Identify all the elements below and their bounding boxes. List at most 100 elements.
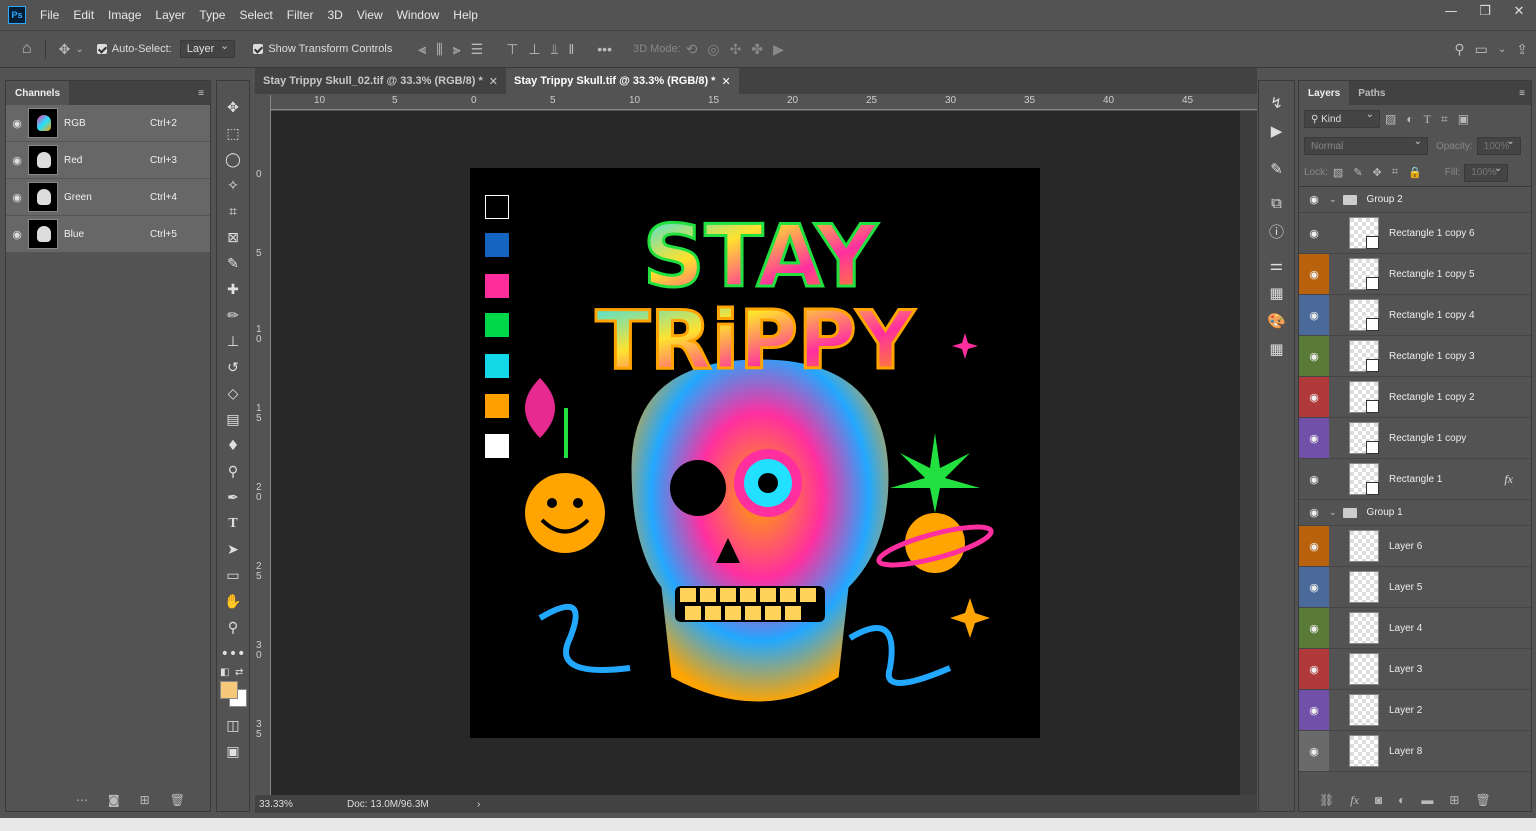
filter-type-icon[interactable]: T	[1424, 112, 1431, 127]
align-bottom-icon[interactable]: ⫫	[551, 41, 559, 58]
eye-icon[interactable]: ◉	[1299, 187, 1329, 212]
chevron-down-icon[interactable]: ⌄	[1329, 507, 1337, 518]
3d-slide-icon[interactable]: ✤	[751, 41, 763, 58]
auto-select-checkbox[interactable]: Auto-Select:	[96, 43, 172, 55]
filter-adjustment-icon[interactable]: ◐	[1406, 112, 1413, 126]
layer-row[interactable]: ◉ Layer 8	[1299, 731, 1531, 772]
eye-icon[interactable]: ◉	[1299, 459, 1329, 499]
tab-document-skull-02[interactable]: Stay Trippy Skull_02.tif @ 33.3% (RGB/8)…	[255, 68, 506, 94]
share-icon[interactable]: ⇪	[1516, 41, 1528, 58]
tab-document-skull[interactable]: Stay Trippy Skull.tif @ 33.3% (RGB/8) * ✕	[506, 68, 739, 94]
trash-icon[interactable]: 🗑	[1475, 793, 1490, 808]
gradient-tool-icon[interactable]: ▤	[217, 407, 249, 433]
menu-edit[interactable]: Edit	[73, 8, 94, 22]
search-icon[interactable]: ⚲	[1454, 41, 1464, 58]
history-icon[interactable]: ↯	[1259, 89, 1294, 117]
checkbox-checked-icon[interactable]	[253, 44, 264, 54]
channel-row-red[interactable]: ◉ Red Ctrl+3	[6, 142, 210, 179]
artwork-canvas[interactable]: STAY TRiPPY	[470, 168, 1040, 738]
zoom-level[interactable]: 33.33%	[259, 799, 305, 810]
menu-image[interactable]: Image	[108, 8, 141, 22]
menu-type[interactable]: Type	[199, 8, 225, 22]
menu-filter[interactable]: Filter	[287, 8, 314, 22]
chevron-down-icon[interactable]: ⌄	[75, 44, 83, 55]
layer-row[interactable]: ◉ Layer 2	[1299, 690, 1531, 731]
close-icon[interactable]: ✕	[489, 75, 498, 88]
vertical-ruler[interactable]: 0 5 1 0 1 5 2 0 2 5 3 0 3 5	[255, 95, 271, 795]
default-colors-icon[interactable]: ◧	[220, 667, 229, 678]
minimize-icon[interactable]: —	[1434, 0, 1468, 22]
restore-icon[interactable]: ❐	[1468, 0, 1502, 22]
align-left-icon[interactable]: ⫷	[418, 41, 426, 58]
panel-menu-icon[interactable]: ≡	[198, 88, 204, 99]
layer-row[interactable]: ◉ Rectangle 1 copy 4	[1299, 295, 1531, 336]
save-selection-icon[interactable]: ◙	[108, 793, 120, 807]
menu-layer[interactable]: Layer	[155, 8, 185, 22]
menu-help[interactable]: Help	[453, 8, 478, 22]
eye-icon[interactable]: ◉	[6, 228, 28, 241]
3d-pan-icon[interactable]: ✣	[730, 41, 742, 58]
layer-row[interactable]: ◉ Layer 5	[1299, 567, 1531, 608]
menu-window[interactable]: Window	[397, 8, 440, 22]
close-icon[interactable]: ✕	[721, 75, 730, 88]
kind-filter-dropdown[interactable]: ⚲ Kind	[1304, 109, 1380, 128]
fill-field[interactable]: 100%	[1464, 163, 1509, 182]
eye-icon[interactable]: ◉	[1299, 608, 1329, 648]
blend-mode-dropdown[interactable]: Normal	[1304, 136, 1428, 155]
layer-row[interactable]: ◉ Layer 4	[1299, 608, 1531, 649]
adjustments-icon[interactable]: ⚌	[1259, 251, 1294, 279]
workspace-icon[interactable]: ▭	[1475, 41, 1488, 58]
eye-icon[interactable]: ◉	[1299, 418, 1329, 458]
actions-play-icon[interactable]: ▶	[1259, 117, 1294, 145]
new-group-icon[interactable]: ▬	[1421, 793, 1433, 808]
eye-icon[interactable]: ◉	[6, 154, 28, 167]
eye-icon[interactable]: ◉	[1299, 526, 1329, 566]
link-layers-icon[interactable]: ⛓	[1319, 793, 1334, 808]
more-options-icon[interactable]: •••	[597, 41, 612, 57]
close-icon[interactable]: ✕	[1502, 0, 1536, 22]
filter-pixel-icon[interactable]: ▨	[1385, 112, 1396, 126]
layer-group-row[interactable]: ◉ ⌄ Group 1	[1299, 500, 1531, 526]
eye-icon[interactable]: ◉	[1299, 500, 1329, 525]
panel-menu-icon[interactable]: ≡	[1519, 88, 1525, 99]
layer-row[interactable]: ◉ Rectangle 1 copy 2	[1299, 377, 1531, 418]
channel-row-green[interactable]: ◉ Green Ctrl+4	[6, 179, 210, 216]
add-mask-icon[interactable]: ◙	[1375, 793, 1382, 808]
tab-paths[interactable]: Paths	[1349, 81, 1395, 105]
eye-icon[interactable]: ◉	[6, 117, 28, 130]
menu-file[interactable]: File	[40, 8, 59, 22]
properties-icon[interactable]: ▦	[1259, 279, 1294, 307]
rectangle-tool-icon[interactable]: ▭	[217, 563, 249, 589]
trash-icon[interactable]: 🗑	[170, 793, 185, 807]
info-icon[interactable]: ⓘ	[1259, 217, 1294, 245]
foreground-color[interactable]	[220, 681, 238, 699]
new-layer-icon[interactable]: ⊞	[1449, 793, 1459, 808]
path-select-tool-icon[interactable]: ➤	[217, 537, 249, 563]
pen-tool-icon[interactable]: ✒	[217, 485, 249, 511]
healing-tool-icon[interactable]: ✚	[217, 277, 249, 303]
align-middle-icon[interactable]: ⊥	[528, 41, 540, 58]
channel-row-rgb[interactable]: ◉ RGB Ctrl+2	[6, 105, 210, 142]
marquee-tool-icon[interactable]: ⬚	[217, 121, 249, 147]
brush-tool-icon[interactable]: ✏	[217, 303, 249, 329]
dodge-tool-icon[interactable]: ⚲	[217, 459, 249, 485]
tab-channels[interactable]: Channels	[6, 81, 70, 105]
align-center-icon[interactable]: ⫼	[436, 41, 442, 58]
hand-tool-icon[interactable]: ✋	[217, 589, 249, 615]
grid-icon[interactable]: ▦	[1259, 335, 1294, 363]
eye-icon[interactable]: ◉	[1299, 731, 1329, 771]
lock-all-icon[interactable]: 🔒	[1408, 166, 1422, 179]
frame-tool-icon[interactable]: ⊠	[217, 225, 249, 251]
layer-row[interactable]: ◉ Rectangle 1 copy 5	[1299, 254, 1531, 295]
layer-group-row[interactable]: ◉ ⌄ Group 2	[1299, 187, 1531, 213]
filter-smart-icon[interactable]: ▣	[1458, 112, 1469, 126]
chevron-down-icon[interactable]: ⌄	[1498, 44, 1506, 55]
layer-row[interactable]: ◉ Rectangle 1 copy 3	[1299, 336, 1531, 377]
layer-effects-badge[interactable]: fx	[1504, 472, 1513, 487]
clone-source-icon[interactable]: ⧉	[1259, 189, 1294, 217]
show-transform-checkbox[interactable]: Show Transform Controls	[253, 43, 392, 55]
eye-icon[interactable]: ◉	[1299, 649, 1329, 689]
3d-camera-icon[interactable]: ▶	[773, 41, 784, 58]
screen-mode-icon[interactable]: ▣	[217, 739, 249, 765]
channel-row-blue[interactable]: ◉ Blue Ctrl+5	[6, 216, 210, 253]
